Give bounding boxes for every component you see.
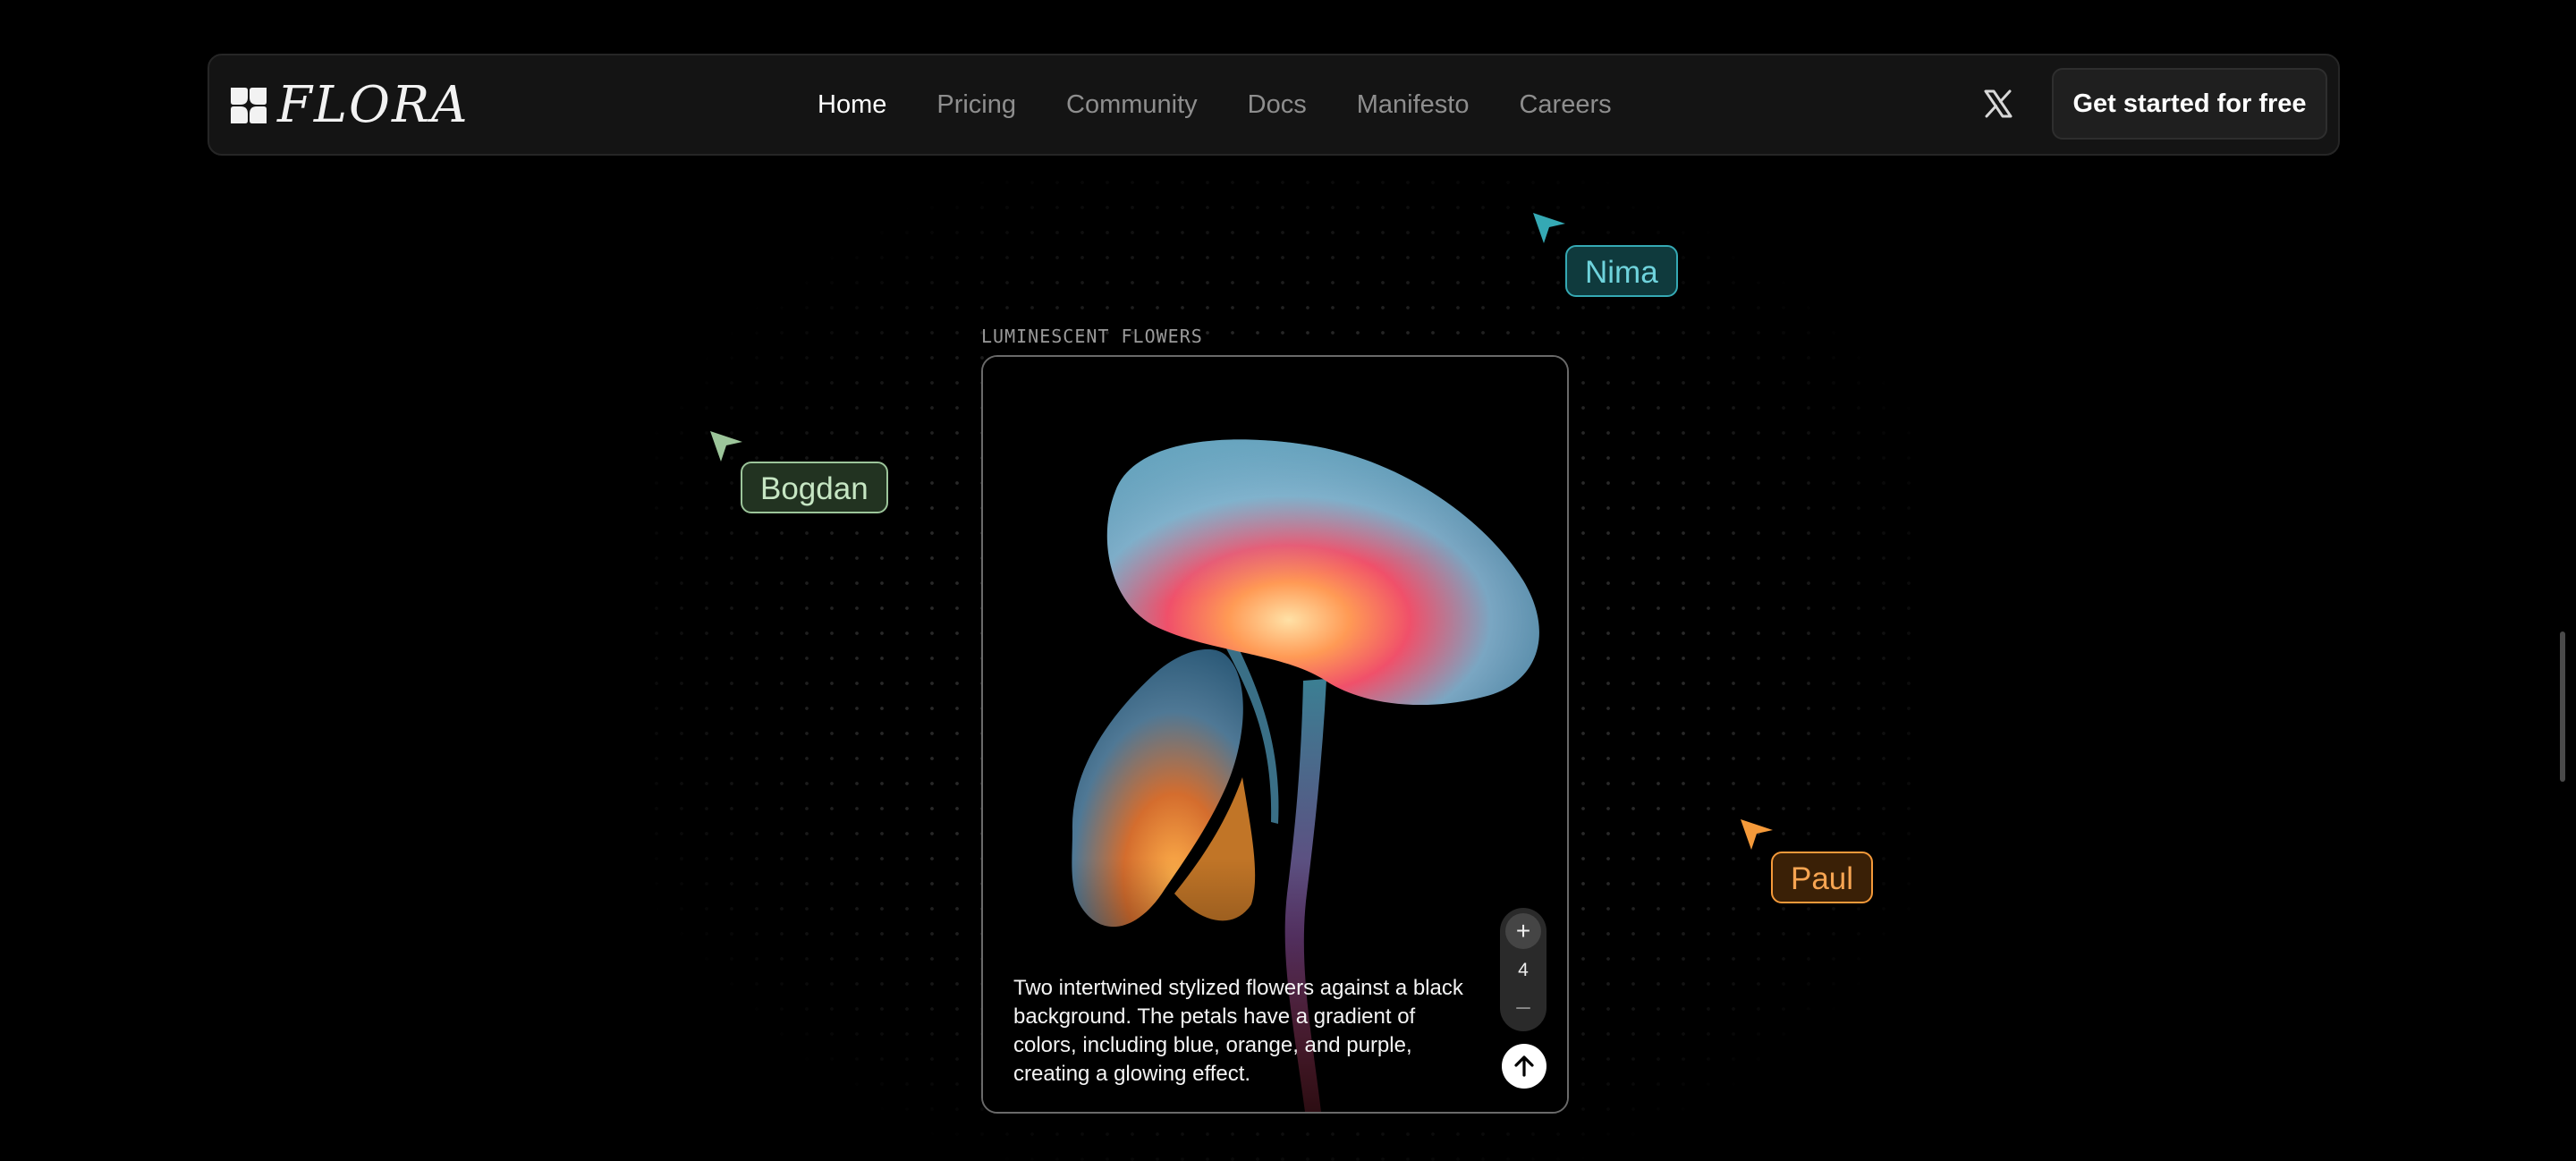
cursor-name-label: Nima (1565, 245, 1678, 297)
top-navigation-bar: FLORA Home Pricing Community Docs Manife… (208, 54, 2340, 156)
nav-link-pricing[interactable]: Pricing (936, 90, 1016, 120)
generated-image-card[interactable]: Two intertwined stylized flowers against… (981, 355, 1569, 1114)
cursor-arrow-icon (1533, 213, 1565, 243)
cursor-name-label: Paul (1771, 852, 1874, 903)
image-prompt-text: Two intertwined stylized flowers against… (1013, 976, 1463, 1086)
increment-button[interactable]: + (1505, 913, 1541, 949)
submit-button[interactable] (1502, 1044, 1546, 1089)
image-count-value: 4 (1518, 960, 1529, 980)
cursor-arrow-icon (710, 431, 742, 462)
page-scrollbar[interactable] (2560, 631, 2565, 782)
card-caption: LUMINESCENT FLOWERS (981, 326, 1203, 347)
cursor-arrow-icon (1741, 819, 1773, 850)
decrement-button[interactable]: – (1505, 988, 1541, 1024)
landing-page: FLORA Home Pricing Community Docs Manife… (0, 0, 2576, 1161)
nav-link-docs[interactable]: Docs (1248, 90, 1307, 120)
flora-logo-icon (231, 88, 267, 123)
flora-logo[interactable]: FLORA (229, 81, 470, 131)
nav-link-home[interactable]: Home (818, 90, 886, 120)
nav-link-manifesto[interactable]: Manifesto (1357, 90, 1470, 120)
image-count-stepper: + 4 – (1500, 908, 1546, 1031)
x-social-icon[interactable] (1982, 88, 2014, 120)
cursor-name-label: Bogdan (741, 462, 888, 513)
arrow-up-icon (1514, 1055, 1534, 1077)
x-logo-icon (1984, 89, 2012, 118)
nav-link-community[interactable]: Community (1066, 90, 1198, 120)
main-nav-links: Home Pricing Community Docs Manifesto Ca… (818, 55, 1662, 154)
nav-link-careers[interactable]: Careers (1519, 90, 1611, 120)
logo-wordmark: FLORA (277, 76, 470, 134)
get-started-button[interactable]: Get started for free (2052, 68, 2327, 140)
